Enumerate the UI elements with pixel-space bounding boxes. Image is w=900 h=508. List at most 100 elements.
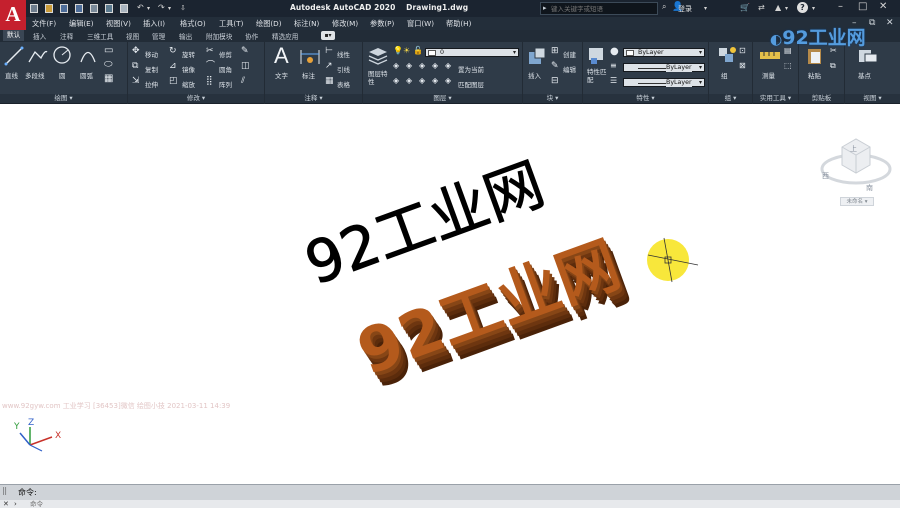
panel-title-view[interactable]: 视图 ▾ bbox=[845, 94, 900, 103]
layer-tool-1-icon[interactable]: ◈ bbox=[393, 62, 399, 70]
layer-properties-icon[interactable] bbox=[367, 46, 389, 66]
rectangle-icon[interactable]: ▭ bbox=[104, 46, 113, 56]
array-label[interactable]: 阵列 bbox=[219, 79, 232, 89]
search-magnifier-icon[interactable]: ⌕ bbox=[662, 2, 666, 12]
ribbon-minimize-toggle[interactable]: ▪▾ bbox=[321, 31, 335, 40]
tab-collaborate[interactable]: 协作 bbox=[245, 31, 258, 41]
layer-tool-4-icon[interactable]: ◈ bbox=[432, 62, 438, 70]
ucs-menu[interactable]: 未命名 ▾ bbox=[840, 197, 874, 206]
array-icon[interactable]: ⣿ bbox=[206, 77, 213, 86]
login-link[interactable]: 登录 bbox=[678, 4, 692, 14]
undo-icon[interactable]: ↶ bbox=[137, 3, 144, 12]
lineweight-icon[interactable]: ≡ bbox=[610, 62, 617, 70]
web-mobile-icon[interactable] bbox=[90, 3, 100, 13]
a360-icon[interactable]: ▲ bbox=[775, 3, 781, 12]
menu-edit[interactable]: 编辑(E) bbox=[69, 19, 94, 29]
move-icon[interactable]: ✥ bbox=[132, 47, 140, 56]
help-dropdown-icon[interactable]: ▾ bbox=[812, 5, 815, 12]
maximize-button[interactable]: □ bbox=[858, 1, 867, 12]
ungroup-icon[interactable]: ⊡ bbox=[739, 47, 746, 55]
panel-title-modify[interactable]: 修改 ▾ bbox=[128, 94, 264, 103]
tab-add-ins[interactable]: 附加模块 bbox=[206, 31, 232, 41]
menu-file[interactable]: 文件(F) bbox=[32, 19, 56, 29]
select-all-icon[interactable]: ⬚ bbox=[784, 62, 792, 70]
hatch-icon[interactable]: ▦ bbox=[104, 74, 113, 84]
measure-icon[interactable] bbox=[759, 48, 781, 64]
create-label[interactable]: 创建 bbox=[563, 49, 576, 59]
copy-clip-icon[interactable]: ⧉ bbox=[830, 62, 836, 70]
match-layer-label[interactable]: 匹配图层 bbox=[458, 79, 484, 89]
match-layer-icon[interactable]: ◈ bbox=[445, 77, 451, 85]
layer-tool-5-icon[interactable]: ◈ bbox=[393, 77, 399, 85]
layer-tool-6-icon[interactable]: ◈ bbox=[406, 77, 412, 85]
linear-icon[interactable]: ⊢ bbox=[325, 47, 333, 56]
undo-dropdown-icon[interactable]: ▾ bbox=[147, 5, 150, 12]
menu-window[interactable]: 窗口(W) bbox=[407, 19, 434, 29]
explode-icon[interactable]: ◫ bbox=[241, 62, 250, 71]
menu-help[interactable]: 帮助(H) bbox=[446, 19, 471, 29]
viewcube-top-face[interactable]: 上 bbox=[850, 144, 857, 153]
trim-label[interactable]: 修剪 bbox=[219, 49, 232, 59]
panel-title-layers[interactable]: 图层 ▾ bbox=[363, 94, 522, 103]
tab-3d-tools[interactable]: 三维工具 bbox=[87, 31, 113, 41]
dimension-icon[interactable] bbox=[299, 46, 321, 66]
doc-restore-button[interactable]: ⧉ bbox=[869, 18, 875, 28]
menu-view[interactable]: 视图(V) bbox=[106, 19, 131, 29]
scale-icon[interactable]: ◰ bbox=[169, 77, 178, 86]
save-icon[interactable] bbox=[60, 3, 70, 13]
edit-label[interactable]: 编辑 bbox=[563, 64, 576, 74]
panel-title-annotation[interactable]: 注释 ▾ bbox=[265, 94, 362, 103]
copy-label[interactable]: 复制 bbox=[145, 64, 158, 74]
layer-tool-8-icon[interactable]: ◈ bbox=[432, 77, 438, 85]
match-properties-icon[interactable] bbox=[587, 46, 607, 66]
tab-default[interactable]: 默认 bbox=[3, 30, 25, 41]
set-current-icon[interactable]: ◈ bbox=[445, 62, 451, 70]
redo-dropdown-icon[interactable]: ▾ bbox=[168, 5, 171, 12]
copy-icon[interactable]: ⧉ bbox=[132, 62, 138, 71]
command-input[interactable] bbox=[30, 500, 890, 508]
stretch-label[interactable]: 拉伸 bbox=[145, 79, 158, 89]
set-current-label[interactable]: 置为当前 bbox=[458, 64, 484, 74]
edit-block-icon[interactable]: ✎ bbox=[551, 62, 559, 71]
panel-title-clipboard[interactable]: 剪贴板 bbox=[799, 94, 844, 103]
menu-draw[interactable]: 绘图(D) bbox=[256, 19, 282, 29]
color-dropdown[interactable]: ByLayer ▾ bbox=[623, 48, 705, 57]
minimize-button[interactable]: – bbox=[838, 1, 843, 12]
tab-view[interactable]: 视图 bbox=[126, 31, 139, 41]
open-file-icon[interactable] bbox=[45, 3, 55, 13]
trim-icon[interactable]: ✂ bbox=[206, 47, 214, 56]
tab-featured-apps[interactable]: 精选应用 bbox=[272, 31, 298, 41]
viewcube-south[interactable]: 南 bbox=[866, 183, 873, 193]
menu-dimension[interactable]: 标注(N) bbox=[294, 19, 319, 29]
leader-icon[interactable]: ↗ bbox=[325, 62, 333, 71]
polyline-icon[interactable] bbox=[27, 46, 49, 66]
layer-tool-3-icon[interactable]: ◈ bbox=[419, 62, 425, 70]
mirror-icon[interactable]: ⊿ bbox=[169, 62, 177, 71]
panel-title-groups[interactable]: 组 ▾ bbox=[709, 94, 752, 103]
search-input[interactable] bbox=[551, 4, 655, 14]
help-icon[interactable]: ? bbox=[797, 2, 808, 13]
arc-icon[interactable] bbox=[78, 45, 98, 65]
application-menu-button[interactable]: A bbox=[0, 0, 26, 30]
linear-label[interactable]: 线性 bbox=[337, 49, 350, 59]
new-file-icon[interactable] bbox=[30, 3, 40, 13]
tab-insert[interactable]: 插入 bbox=[33, 31, 46, 41]
scale-label[interactable]: 缩放 bbox=[182, 79, 195, 89]
lineweight-dropdown[interactable]: ByLayer ▾ bbox=[623, 63, 705, 72]
viewcube[interactable]: 上 西 南 未命名 ▾ bbox=[818, 125, 894, 215]
ellipse-icon[interactable]: ⬭ bbox=[104, 60, 113, 70]
tab-output[interactable]: 输出 bbox=[179, 31, 192, 41]
redo-icon[interactable]: ↷ bbox=[158, 3, 165, 12]
text-icon[interactable]: A bbox=[274, 45, 289, 67]
exchange-icon[interactable]: ⇄ bbox=[758, 3, 765, 12]
menu-tools[interactable]: 工具(T) bbox=[219, 19, 243, 29]
color-wheel-icon[interactable]: ● bbox=[610, 47, 619, 57]
panel-title-block[interactable]: 块 ▾ bbox=[523, 94, 582, 103]
group-edit-icon[interactable]: ⊠ bbox=[739, 62, 746, 70]
layer-tool-2-icon[interactable]: ◈ bbox=[406, 62, 412, 70]
create-block-icon[interactable]: ⊞ bbox=[551, 47, 559, 56]
menu-modify[interactable]: 修改(M) bbox=[332, 19, 358, 29]
line-icon[interactable] bbox=[4, 46, 24, 66]
login-dropdown-icon[interactable]: ▾ bbox=[704, 5, 707, 12]
panel-title-utilities[interactable]: 实用工具 ▾ bbox=[753, 94, 798, 103]
